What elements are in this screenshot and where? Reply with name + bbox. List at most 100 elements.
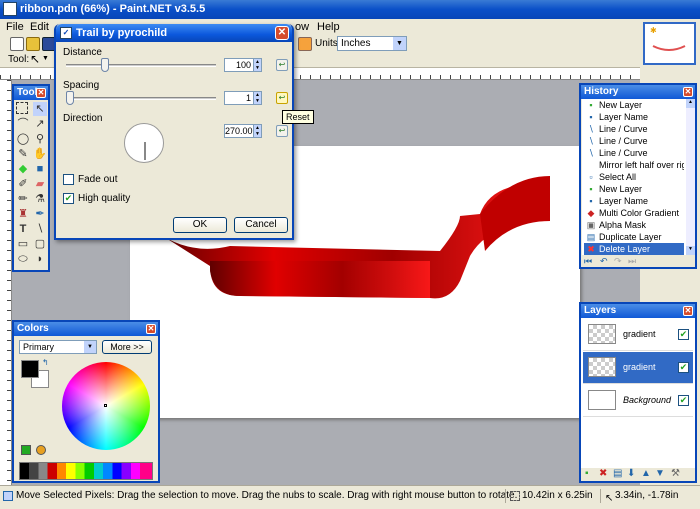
image-tab-thumbnail[interactable]: ✱ [640,19,700,69]
magic-wand-icon[interactable]: ✎ [16,147,30,161]
history-item[interactable]: ∖ Line / Curve [584,123,684,135]
swap-colors-icon[interactable]: ↰ [42,358,49,367]
color-picker-icon[interactable]: ⚗ [33,192,47,206]
layer-row[interactable]: gradient ✔ [583,319,693,351]
recolor-icon[interactable]: ✒ [33,207,47,221]
history-item[interactable]: ▪ New Layer [584,99,684,111]
chevron-down-icon[interactable]: ▼ [42,55,49,62]
ellipse-icon[interactable]: ⬭ [16,252,30,266]
layer-visibility-checkbox[interactable]: ✔ [678,395,689,406]
merge-layer-down-icon[interactable]: ⬇ [627,468,635,479]
color-mode-select[interactable]: Primary ▼ [19,340,97,354]
history-item[interactable]: ∖ Line / Curve [584,135,684,147]
rectangle-select-icon[interactable] [16,102,28,114]
history-item[interactable]: ▪ New Layer [584,183,684,195]
lasso-icon[interactable]: ⌒ [16,117,30,131]
undo-icon[interactable]: ↶ [600,256,608,267]
move-layer-up-icon[interactable]: ▲ [641,468,651,479]
move-icon[interactable]: ↗ [33,117,47,131]
redo-icon[interactable]: ↷ [614,256,622,267]
ok-button[interactable]: OK [173,217,227,233]
high-quality-checkbox[interactable]: ✔ [63,193,74,204]
pencil-icon[interactable]: ✏ [16,192,30,206]
eraser-icon[interactable]: ▰ [33,177,47,191]
history-scrollbar[interactable]: ▲ ▼ [686,99,695,255]
reset-tooltip: Reset [282,110,314,124]
reset-distance-button[interactable]: ↩ [276,59,288,71]
chevron-up-icon[interactable]: ▲ [686,99,695,108]
more-colors-button[interactable]: More >> [102,340,152,354]
close-icon[interactable]: ✕ [146,324,156,334]
cancel-button[interactable]: Cancel [234,217,288,233]
close-icon[interactable]: ✕ [683,306,693,316]
menu-edit[interactable]: Edit [30,21,49,33]
close-icon[interactable]: ✕ [36,88,46,98]
history-item[interactable]: ▪ Layer Name [584,195,684,207]
units-select[interactable]: Inches ▼ [337,36,407,51]
layer-visibility-checkbox[interactable]: ✔ [678,362,689,373]
close-icon[interactable]: ✕ [275,26,289,40]
add-layer-icon[interactable]: ▪ [585,468,589,479]
primary-color-swatch[interactable] [21,360,39,378]
ellipse-select-icon[interactable]: ◯ [16,132,30,146]
rewind-icon[interactable]: ⏮ [584,256,592,267]
fade-out-checkbox[interactable] [63,174,74,185]
layer-visibility-checkbox[interactable]: ✔ [678,329,689,340]
move-layer-down-icon[interactable]: ▼ [655,468,665,479]
arrow-pointer-icon[interactable]: ↖ [30,52,40,66]
move-selection-icon[interactable]: ↖ [33,102,47,116]
freeform-shape-icon[interactable]: ◗ [33,252,47,266]
color-wheel[interactable] [62,362,150,450]
layer-properties-icon[interactable]: ⚒ [671,468,680,479]
chevron-down-icon[interactable]: ▼ [686,246,695,255]
history-item[interactable]: ∖ Line / Curve [584,147,684,159]
line-curve-icon[interactable]: ∖ [33,222,47,236]
direction-dial[interactable] [124,123,164,163]
distance-slider-thumb[interactable] [100,58,109,72]
close-icon[interactable]: ✕ [683,87,693,97]
duplicate-layer-icon[interactable]: ▤ [613,468,622,479]
history-item[interactable]: ◆ Multi Color Gradient [584,207,684,219]
history-item-selected[interactable]: ✖ Delete Layer [584,243,684,255]
spinner-icon[interactable]: ▲ ▼ [253,125,261,137]
gradient-icon[interactable]: ■ [33,162,47,176]
spacing-input[interactable]: 1 ▲ ▼ [224,91,262,105]
layers-window: Layers ✕ gradient ✔ gradient ✔ Backgroun… [579,302,697,483]
spacing-slider-track[interactable] [66,97,216,100]
open-folder-icon[interactable] [26,37,40,51]
history-item[interactable]: ▪ Layer Name [584,111,684,123]
pan-hand-icon[interactable]: ✋ [33,147,47,161]
spacing-slider-thumb[interactable] [66,91,74,105]
new-file-icon[interactable] [10,37,24,51]
paintbrush-icon[interactable]: ✐ [16,177,30,191]
history-item[interactable]: Mirror left half over right ... [584,159,684,171]
distance-input[interactable]: 100 ▲ ▼ [224,58,262,72]
palette-menu-icon[interactable] [36,445,46,455]
menu-help[interactable]: Help [317,21,340,33]
rounded-rectangle-icon[interactable]: ▢ [33,237,47,251]
distance-slider-track[interactable] [66,64,216,67]
thumbnail-image: ✱ [643,22,696,65]
ruler-toggle-icon[interactable] [298,37,312,51]
menu-file[interactable]: File [6,21,24,33]
delete-layer-icon[interactable]: ✖ [599,468,607,479]
reset-direction-button[interactable]: ↩ [276,125,288,137]
spinner-icon[interactable]: ▲ ▼ [253,59,261,71]
palette-icon[interactable] [21,445,31,455]
history-item[interactable]: ▫ Select All [584,171,684,183]
history-item[interactable]: ▣ Alpha Mask [584,219,684,231]
layer-row[interactable]: Background ✔ [583,385,693,417]
direction-input[interactable]: 270.00 ▲ ▼ [224,124,262,138]
history-item[interactable]: ▤ Duplicate Layer [584,231,684,243]
paint-bucket-icon[interactable]: ◆ [16,162,30,176]
text-icon[interactable]: T [16,222,30,236]
reset-spacing-button[interactable]: ↩ [276,92,288,104]
fast-forward-icon[interactable]: ⏭ [628,256,636,267]
layer-row-selected[interactable]: gradient ✔ [583,352,693,384]
rectangle-icon[interactable]: ▭ [16,237,30,251]
clone-stamp-icon[interactable]: ♜ [16,207,30,221]
zoom-icon[interactable]: ⚲ [33,132,47,146]
spinner-icon[interactable]: ▲ ▼ [253,92,261,104]
color-palette-strip[interactable] [19,462,153,480]
menu-window[interactable]: ow [295,21,309,33]
